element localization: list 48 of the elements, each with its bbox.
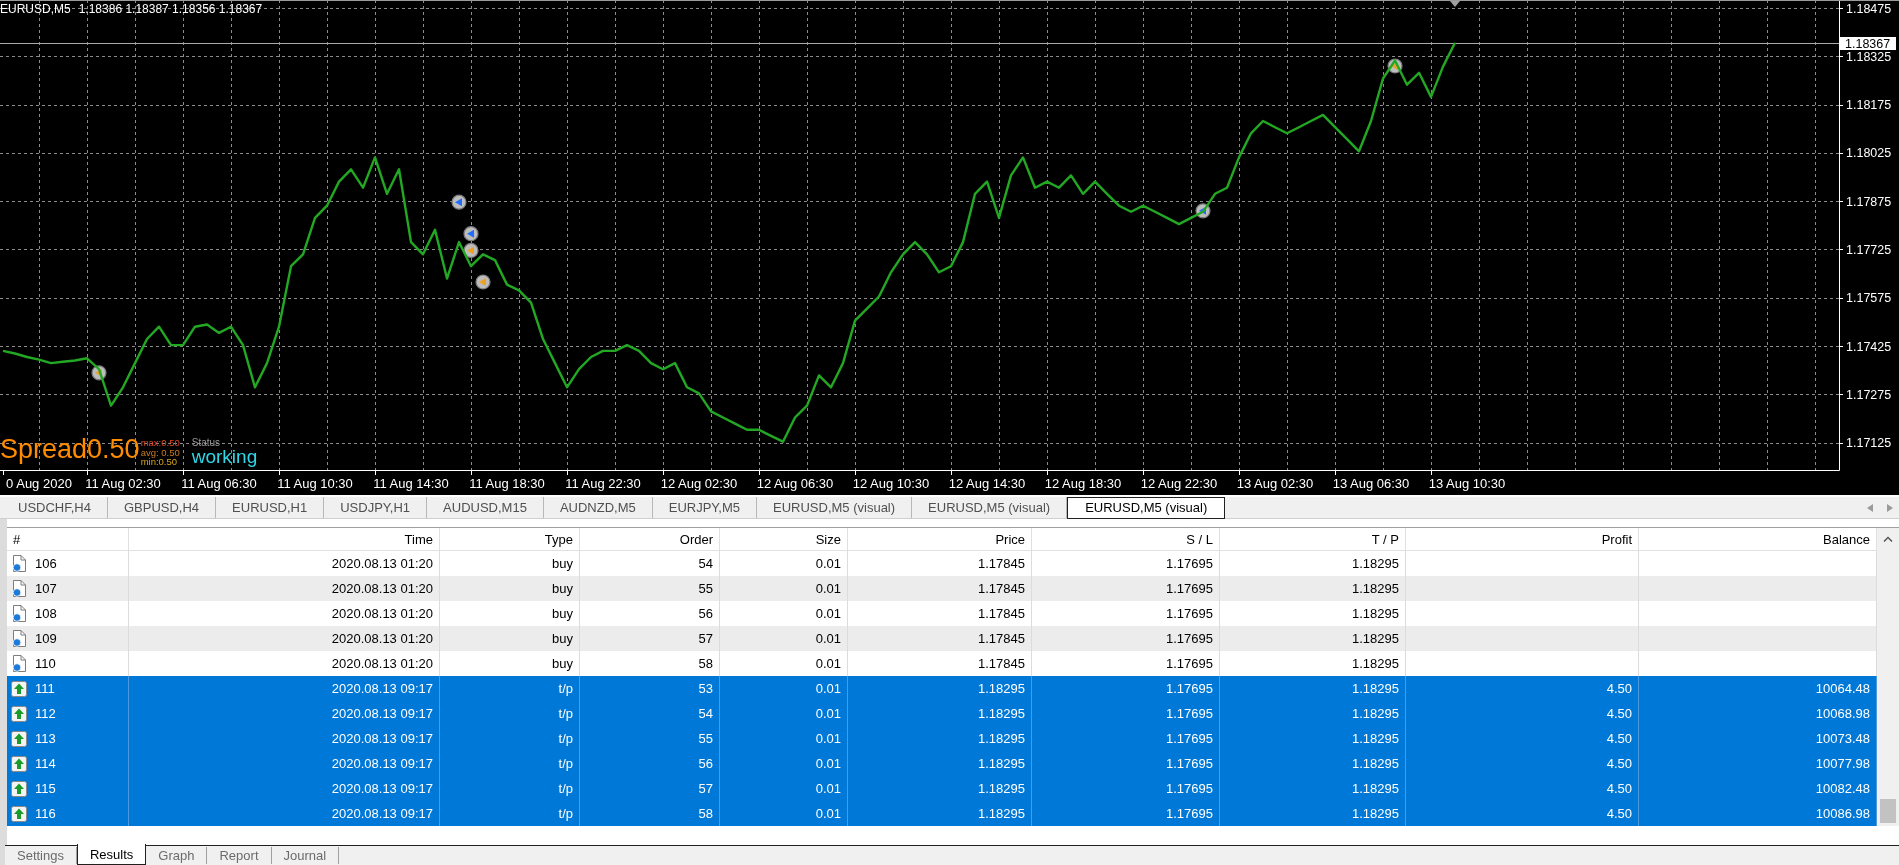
table-cell-text: 115 (35, 780, 56, 798)
ref-line-label: 1.18367 (1845, 37, 1891, 51)
table-cell-text: 107 (35, 580, 57, 598)
table-cell-text: 108 (35, 605, 57, 623)
table-cell-text: 110 (35, 655, 56, 673)
time-axis-label: 13 Aug 10:30 (1428, 476, 1506, 491)
table-cell-text: 109 (35, 630, 57, 648)
table-cell-text: 114 (35, 755, 56, 773)
price-axis-label: 1.18475 (1846, 1, 1892, 16)
table-cell-text: 112 (35, 705, 56, 723)
time-axis-label: 11 Aug 06:30 (181, 476, 257, 491)
time-axis-label: 12 Aug 14:30 (948, 476, 1026, 491)
time-axis-label: 12 Aug 22:30 (1140, 476, 1218, 491)
time-axis-label: 13 Aug 06:30 (1332, 476, 1410, 491)
price-axis-label: 1.17725 (1846, 243, 1892, 257)
status-value: working (191, 447, 258, 466)
table-cell-text: 113 (35, 730, 56, 748)
chart-title: EURUSD,M5 (0, 2, 71, 16)
status-label: Status (191, 438, 222, 448)
spread-avg: avg: 0.50 (140, 447, 180, 457)
time-axis-label: 11 Aug 22:30 (565, 476, 641, 491)
time-axis-label: 11 Aug 10:30 (277, 476, 353, 491)
time-axis-label: 11 Aug 14:30 (373, 476, 449, 491)
price-axis-label: 1.17425 (1846, 339, 1892, 354)
price-axis-label: 1.17275 (1846, 387, 1892, 402)
time-axis-label: 13 Aug 02:30 (1236, 476, 1314, 491)
time-axis-label: 12 Aug 06:30 (756, 476, 834, 491)
price-axis-label: 1.17575 (1846, 291, 1892, 306)
table-cell-text: 111 (35, 680, 55, 698)
price-axis-label: 1.18325 (1846, 49, 1892, 64)
spread-max: max:0.50 (140, 438, 180, 448)
time-axis-label: 11 Aug 18:30 (469, 476, 545, 491)
table-cell-text: 106 (35, 555, 57, 573)
spread-label: Spread (0, 436, 88, 463)
time-axis-label: 12 Aug 10:30 (852, 476, 930, 491)
table-cell-text: 116 (35, 805, 56, 823)
price-axis-label: 1.17125 (1846, 436, 1892, 451)
price-axis-label: 1.18175 (1846, 98, 1892, 113)
time-axis-label: 11 Aug 02:30 (85, 476, 161, 491)
time-axis-label: 12 Aug 18:30 (1044, 476, 1122, 491)
price-axis-label: 1.17875 (1846, 194, 1892, 209)
time-axis-label: 12 Aug 02:30 (660, 476, 738, 491)
spread-min: min:0.50 (140, 457, 179, 467)
price-axis-label: 1.18025 (1846, 146, 1892, 161)
time-axis-label: 0 Aug 2020 (6, 476, 72, 491)
spread-value: 0.50 (87, 436, 140, 463)
current-price-tag: 1.18367 (1840, 37, 1896, 51)
quote-values: 1.18386 1.18387 1.18356 1.18367 (78, 2, 263, 16)
